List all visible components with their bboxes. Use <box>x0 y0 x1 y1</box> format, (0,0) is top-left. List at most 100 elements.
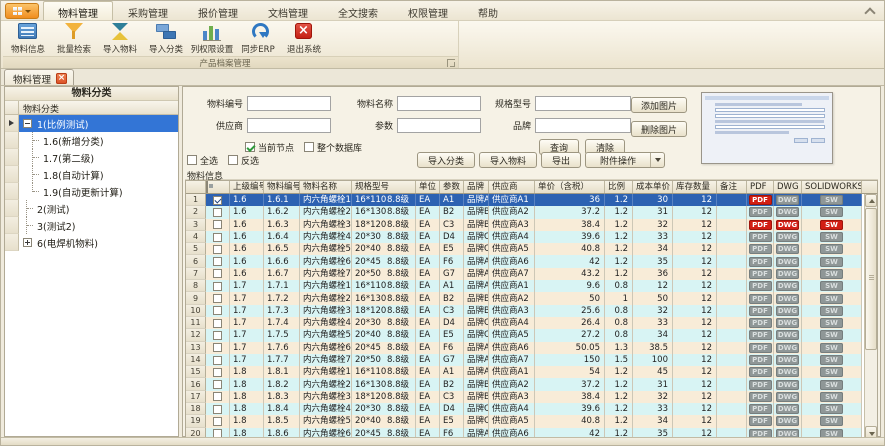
pdf-button[interactable]: PDF <box>749 318 772 328</box>
solidworks-button[interactable]: SW <box>820 318 843 328</box>
toolbar-import-material-button[interactable]: 导入物料 <box>479 152 537 168</box>
solidworks-button[interactable]: SW <box>820 257 843 267</box>
supplier-input[interactable] <box>247 118 331 133</box>
row-checkbox[interactable] <box>213 282 222 291</box>
menu-tab-quotation[interactable]: 报价管理 <box>183 1 253 20</box>
tree-expander-icon[interactable] <box>23 119 32 128</box>
dwg-button[interactable]: DWG <box>776 330 799 340</box>
column-permission-button[interactable]: 列权限设置 <box>189 21 235 56</box>
solidworks-button[interactable]: SW <box>820 330 843 340</box>
column-header[interactable]: 单位 <box>416 181 440 193</box>
column-header[interactable]: 物料名称 <box>300 181 352 193</box>
row-checkbox[interactable] <box>213 208 222 217</box>
row-checkbox[interactable] <box>213 257 222 266</box>
import-material-button[interactable]: 导入物料 <box>97 21 143 56</box>
select-cell[interactable] <box>206 403 230 415</box>
select-cell[interactable] <box>206 268 230 280</box>
dwg-button[interactable]: DWG <box>776 318 799 328</box>
pdf-button[interactable]: PDF <box>749 355 772 365</box>
column-header[interactable]: 物料编号 <box>264 181 300 193</box>
table-row[interactable]: 41.61.6.4内六角螺栓420*308.8级EAD4品牌C供应商A439.6… <box>186 231 877 243</box>
pdf-button[interactable]: PDF <box>749 232 772 242</box>
column-header[interactable]: 库存数量 <box>673 181 717 193</box>
table-row[interactable]: 101.71.7.3内六角螺栓318*1208.8级EAC3品牌B供应商A325… <box>186 305 877 317</box>
solidworks-button[interactable]: SW <box>820 392 843 402</box>
table-row[interactable]: 31.61.6.3内六角螺栓318*1208.8级EAC3品牌B供应商A338.… <box>186 219 877 231</box>
dwg-button[interactable]: DWG <box>776 220 799 230</box>
batch-search-button[interactable]: 批量检索 <box>51 21 97 56</box>
solidworks-button[interactable]: SW <box>820 416 843 426</box>
dwg-button[interactable]: DWG <box>776 294 799 304</box>
vertical-scrollbar[interactable] <box>864 194 877 439</box>
column-header[interactable]: 参数 <box>440 181 464 193</box>
toolbar-import-category-button[interactable]: 导入分类 <box>417 152 475 168</box>
row-checkbox[interactable] <box>213 331 222 340</box>
menu-tab-permission[interactable]: 权限管理 <box>393 1 463 20</box>
select-all-rows-checkbox[interactable] <box>187 155 197 165</box>
tree-item[interactable]: 1.9(自动更新计算) <box>5 183 178 200</box>
select-cell[interactable] <box>206 206 230 218</box>
table-row[interactable]: 21.61.6.2内六角螺栓216*1308.8级EAB2品牌B供应商A237.… <box>186 206 877 218</box>
select-cell[interactable] <box>206 415 230 427</box>
attachment-operation-button[interactable]: 附件操作 <box>585 152 665 168</box>
row-checkbox[interactable] <box>213 368 222 377</box>
pdf-button[interactable]: PDF <box>749 367 772 377</box>
pdf-button[interactable]: PDF <box>749 207 772 217</box>
select-cell[interactable] <box>206 219 230 231</box>
pdf-button[interactable]: PDF <box>749 380 772 390</box>
menu-tab-material[interactable]: 物料管理 <box>43 1 113 20</box>
dwg-button[interactable]: DWG <box>776 404 799 414</box>
dwg-button[interactable]: DWG <box>776 257 799 267</box>
dwg-button[interactable]: DWG <box>776 207 799 217</box>
row-checkbox[interactable] <box>213 319 222 328</box>
tree-item[interactable]: 1.7(第二级) <box>5 149 178 166</box>
table-row[interactable]: 161.81.8.2内六角螺栓216*1308.8级EAB2品牌B供应商A237… <box>186 378 877 390</box>
select-cell[interactable] <box>206 231 230 243</box>
row-checkbox[interactable] <box>213 245 222 254</box>
table-row[interactable]: 11.61.6.1内六角螺栓116*1108.8级EAA1品牌A供应商A1361… <box>186 194 877 206</box>
row-checkbox[interactable] <box>213 233 222 242</box>
tree-item[interactable]: 1.8(自动计算) <box>5 166 178 183</box>
tree-item[interactable]: 1.6(新增分类) <box>5 132 178 149</box>
table-row[interactable]: 81.71.7.1内六角螺栓116*1108.8级EAA1品牌A供应商A19.6… <box>186 280 877 292</box>
pdf-button[interactable]: PDF <box>749 416 772 426</box>
pdf-button[interactable]: PDF <box>749 195 772 205</box>
chevron-down-icon[interactable] <box>650 153 664 167</box>
dwg-button[interactable]: DWG <box>776 232 799 242</box>
select-cell[interactable] <box>206 317 230 329</box>
select-cell[interactable] <box>206 255 230 267</box>
select-cell[interactable] <box>206 243 230 255</box>
solidworks-button[interactable]: SW <box>820 367 843 377</box>
table-row[interactable]: 121.71.7.5内六角螺栓520*408.8级EAE5品牌C供应商A527.… <box>186 329 877 341</box>
exit-system-button[interactable]: 退出系统 <box>281 21 327 56</box>
invert-selection-checkbox[interactable] <box>228 155 238 165</box>
solidworks-button[interactable]: SW <box>820 355 843 365</box>
dwg-button[interactable]: DWG <box>776 281 799 291</box>
table-row[interactable]: 171.81.8.3内六角螺栓318*1208.8级EAC3品牌B供应商A338… <box>186 391 877 403</box>
pdf-button[interactable]: PDF <box>749 257 772 267</box>
select-cell[interactable] <box>206 292 230 304</box>
tree-item[interactable]: 1(比例测试) <box>5 115 178 132</box>
table-row[interactable]: 191.81.8.5内六角螺栓520*408.8级EAE5品牌C供应商A540.… <box>186 415 877 427</box>
menu-tab-help[interactable]: 帮助 <box>463 1 513 20</box>
select-column-header[interactable] <box>206 181 230 193</box>
dwg-button[interactable]: DWG <box>776 269 799 279</box>
whole-database-checkbox[interactable] <box>304 142 314 152</box>
dwg-button[interactable]: DWG <box>776 306 799 316</box>
pdf-button[interactable]: PDF <box>749 392 772 402</box>
table-row[interactable]: 91.71.7.2内六角螺栓216*1308.8级EAB2品牌B供应商A2501… <box>186 292 877 304</box>
tree-item[interactable]: 2(测试) <box>5 200 178 217</box>
menu-tab-purchase[interactable]: 采购管理 <box>113 1 183 20</box>
menu-tab-document[interactable]: 文档管理 <box>253 1 323 20</box>
pdf-button[interactable]: PDF <box>749 294 772 304</box>
row-checkbox[interactable] <box>213 196 222 205</box>
pdf-button[interactable]: PDF <box>749 281 772 291</box>
solidworks-button[interactable]: SW <box>820 281 843 291</box>
column-header[interactable]: PDF <box>747 181 774 193</box>
table-row[interactable]: 141.71.7.7内六角螺栓720*508.8级EAG7品牌A供应商A7150… <box>186 354 877 366</box>
dwg-button[interactable]: DWG <box>776 416 799 426</box>
row-checkbox[interactable] <box>213 417 222 426</box>
tree-expander-icon[interactable] <box>23 238 32 247</box>
column-header[interactable]: 品牌 <box>464 181 489 193</box>
row-checkbox[interactable] <box>213 392 222 401</box>
